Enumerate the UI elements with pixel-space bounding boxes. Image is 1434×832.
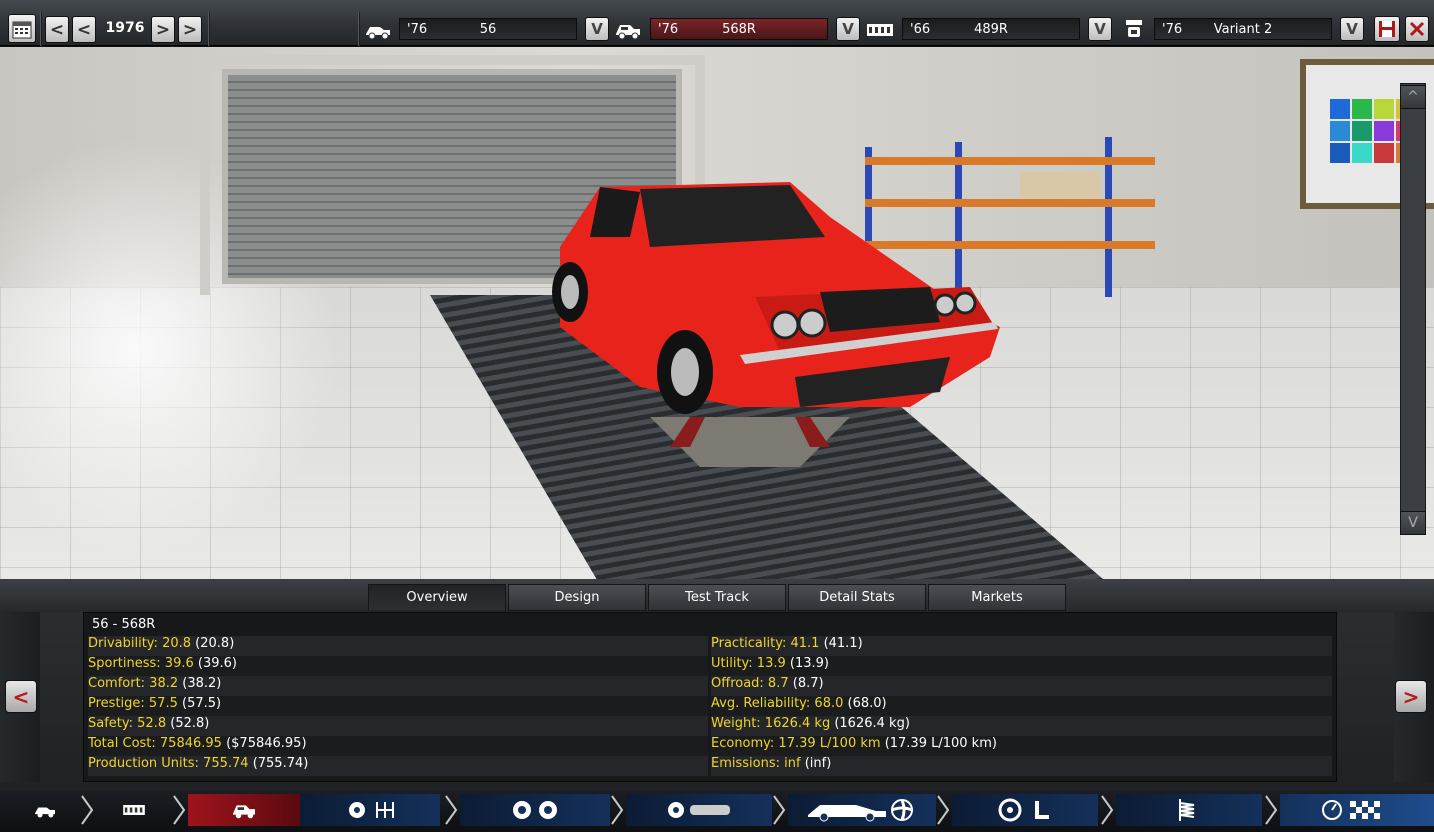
aero-fan-icon: [808, 799, 913, 822]
chevron-right-icon: [445, 795, 458, 825]
previous-page-button[interactable]: <: [5, 680, 37, 713]
save-icon: [1379, 21, 1395, 37]
model-selector[interactable]: '76 56: [399, 18, 577, 40]
model-dropdown-button[interactable]: V: [585, 17, 609, 41]
stat-prestige: Prestige: 57.5 (57.5): [88, 696, 708, 716]
engine-family-icon: [123, 805, 145, 815]
current-year: 1976: [105, 20, 145, 36]
stat-offroad: Offroad: 8.7 (8.7): [711, 676, 1332, 696]
tab-markets[interactable]: Markets: [928, 584, 1066, 611]
car-trim-icon: [616, 25, 640, 40]
step-engine[interactable]: [96, 794, 176, 826]
step-interior[interactable]: [952, 794, 1098, 826]
engine-family-icon: [867, 24, 893, 36]
calendar-icon: [12, 21, 32, 38]
top-toolbar: < < 1976 > > '76 56 V '76 568R V '66 489…: [0, 0, 1434, 46]
car-model-3d: [552, 182, 1000, 467]
trim-selector[interactable]: '76 568R: [650, 18, 828, 40]
chevron-right-icon: [173, 795, 186, 825]
engine-selector[interactable]: '66 489R: [902, 18, 1080, 40]
gearbox-icon: [349, 802, 394, 818]
overview-stats: 56 - 568R Drivability: 20.8 (20.8) Sport…: [83, 612, 1337, 782]
step-model[interactable]: [0, 794, 80, 826]
stat-safety: Safety: 52.8 (52.8): [88, 716, 708, 736]
step-aero[interactable]: [788, 794, 936, 826]
stat-weight: Weight: 1626.4 kg (1626.4 kg): [711, 716, 1332, 736]
variant-name: Variant 2: [1213, 21, 1273, 37]
engine-variant-icon: [1126, 20, 1142, 37]
model-name: 56: [479, 21, 497, 37]
engine-name: 489R: [974, 21, 1008, 37]
tab-design[interactable]: Design: [508, 584, 646, 611]
chevron-right-icon: [937, 795, 950, 825]
step-suspension[interactable]: [1116, 794, 1262, 826]
tab-test-track[interactable]: Test Track: [648, 584, 786, 611]
car-trim-icon: [233, 805, 255, 819]
gauge-checkered-flag-icon: [1322, 800, 1380, 820]
year-next-button[interactable]: >: [151, 16, 175, 43]
chevron-right-icon: [773, 795, 786, 825]
stat-economy: Economy: 17.39 L/100 km (17.39 L/100 km): [711, 736, 1332, 756]
variant-selector[interactable]: '76 Variant 2: [1154, 18, 1332, 40]
stat-drivability: Drivability: 20.8 (20.8): [88, 636, 708, 656]
variant-dropdown-button[interactable]: V: [1340, 17, 1364, 41]
step-testing[interactable]: [1280, 794, 1434, 826]
step-body[interactable]: [626, 794, 772, 826]
tab-detail-stats[interactable]: Detail Stats: [788, 584, 926, 611]
save-button[interactable]: [1374, 16, 1400, 42]
year-prev-button[interactable]: <: [72, 16, 96, 43]
next-page-button[interactable]: >: [1395, 680, 1427, 713]
stat-emissions: Emissions: inf (inf): [711, 756, 1332, 776]
close-button[interactable]: [1405, 16, 1429, 42]
stat-production-units: Production Units: 755.74 (755.74): [88, 756, 708, 776]
engine-dropdown-button[interactable]: V: [1088, 17, 1112, 41]
workflow-strip: [0, 791, 1434, 832]
suspension-icon: [1179, 799, 1195, 821]
car-model-icon: [35, 807, 55, 818]
step-wheels[interactable]: [460, 794, 610, 826]
step-trim[interactable]: [188, 794, 300, 826]
chevron-right-icon: [81, 795, 94, 825]
chevron-right-icon: [1101, 795, 1114, 825]
tab-overview[interactable]: Overview: [368, 584, 506, 611]
body-panel-icon: [668, 802, 730, 818]
wheels-icon: [513, 801, 557, 819]
scroll-down-button[interactable]: V: [1400, 511, 1426, 535]
year-prev-far-button[interactable]: <: [45, 16, 69, 43]
stat-practicality: Practicality: 41.1 (41.1): [711, 636, 1332, 656]
steering-seat-icon: [998, 798, 1049, 822]
stat-comfort: Comfort: 38.2 (38.2): [88, 676, 708, 696]
tab-bar: Overview Design Test Track Detail Stats …: [0, 579, 1434, 612]
car-model-icon: [366, 27, 390, 40]
scroll-up-button[interactable]: ^: [1400, 85, 1426, 109]
step-chassis[interactable]: [300, 794, 440, 826]
trim-name: 568R: [722, 21, 756, 37]
chevron-right-icon: [1265, 795, 1278, 825]
camera-scrollbar[interactable]: [1400, 83, 1426, 535]
stat-reliability: Avg. Reliability: 68.0 (68.0): [711, 696, 1332, 716]
car-title: 56 - 568R: [92, 617, 156, 632]
info-panel: Overview Design Test Track Detail Stats …: [0, 579, 1434, 791]
garage-viewport[interactable]: ^ V: [0, 47, 1434, 579]
year-next-far-button[interactable]: >: [178, 16, 202, 43]
stat-utility: Utility: 13.9 (13.9): [711, 656, 1332, 676]
close-icon: [1409, 21, 1425, 37]
stat-sportiness: Sportiness: 39.6 (39.6): [88, 656, 708, 676]
stat-total-cost: Total Cost: 75846.95 ($75846.95): [88, 736, 708, 756]
chevron-right-icon: [611, 795, 624, 825]
trim-dropdown-button[interactable]: V: [836, 17, 860, 41]
calendar-button[interactable]: [8, 14, 36, 43]
